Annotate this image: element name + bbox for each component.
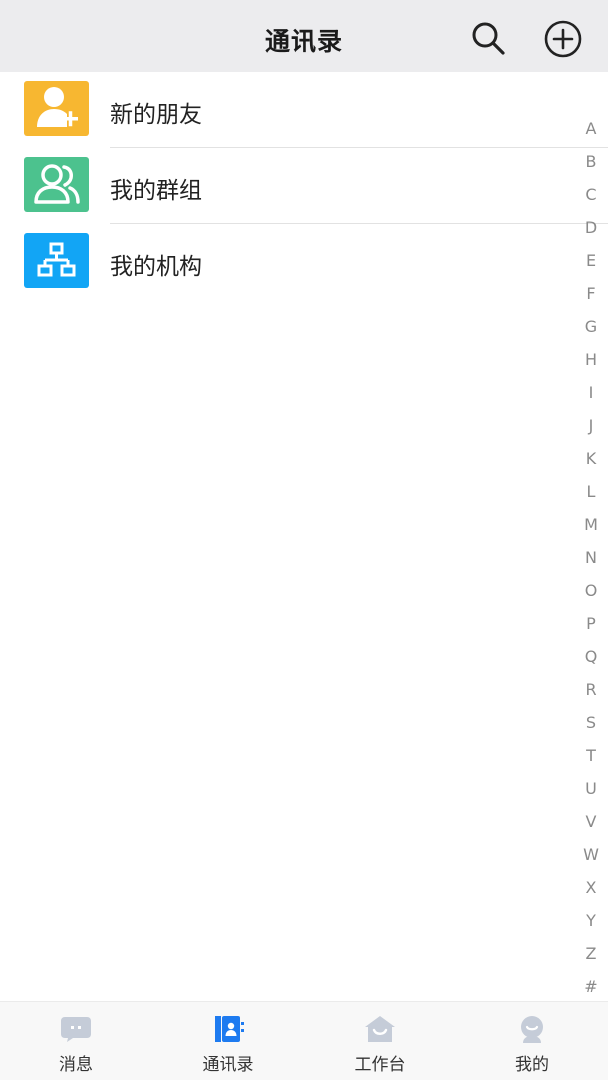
workbench-icon [363, 1014, 397, 1044]
index-letter[interactable]: B [558, 145, 608, 178]
index-letter[interactable]: G [558, 310, 608, 343]
page-title: 通讯录 [264, 27, 343, 56]
tab-label: 我的 [515, 1055, 549, 1075]
index-letter[interactable]: K [558, 442, 608, 475]
message-icon [59, 1014, 93, 1044]
tab-messages[interactable]: 消息 [0, 1002, 152, 1080]
list-item-label: 新的朋友 [110, 102, 202, 128]
search-button[interactable] [468, 18, 508, 58]
index-letter[interactable]: M [558, 508, 608, 541]
index-letter[interactable]: E [558, 244, 608, 277]
index-letter[interactable]: W [558, 838, 608, 871]
index-letter[interactable]: D [558, 211, 608, 244]
new-friends-tile [24, 81, 89, 136]
index-letter[interactable]: C [558, 178, 608, 211]
index-letter[interactable]: U [558, 772, 608, 805]
index-letter[interactable]: A [558, 112, 608, 145]
tab-label: 消息 [59, 1055, 93, 1075]
tab-label: 通讯录 [202, 1055, 254, 1075]
index-letter[interactable]: I [558, 376, 608, 409]
tab-me[interactable]: 我的 [456, 1002, 608, 1080]
index-letter[interactable]: F [558, 277, 608, 310]
alphabet-index-bar[interactable]: A B C D E F G H I J K L M N O P Q R S T U V W X Y Z # [558, 112, 608, 1003]
add-friend-icon [37, 87, 78, 127]
index-letter[interactable]: H [558, 343, 608, 376]
my-groups-tile [24, 157, 89, 212]
index-letter[interactable]: S [558, 706, 608, 739]
contacts-screen: 通讯录 新的朋友 我的群组 我的机构 A B C D E F G H I J K… [0, 0, 608, 1080]
organization-icon [37, 242, 76, 277]
plus-circle-icon [544, 20, 582, 58]
contacts-entry-list: 新的朋友 我的群组 我的机构 [0, 72, 608, 300]
index-letter[interactable]: N [558, 541, 608, 574]
index-letter[interactable]: X [558, 871, 608, 904]
list-item-my-groups[interactable]: 我的群组 [0, 148, 608, 224]
list-item-new-friends[interactable]: 新的朋友 [0, 72, 608, 148]
list-item-my-organization[interactable]: 我的机构 [0, 224, 608, 300]
index-letter[interactable]: L [558, 475, 608, 508]
index-letter[interactable]: O [558, 574, 608, 607]
my-organization-tile [24, 233, 89, 288]
profile-icon [515, 1014, 549, 1044]
group-icon [34, 164, 80, 204]
index-letter[interactable]: J [558, 409, 608, 442]
list-item-label: 我的机构 [110, 254, 202, 280]
index-letter[interactable]: # [558, 970, 608, 1003]
tab-label: 工作台 [354, 1055, 406, 1075]
index-letter[interactable]: Q [558, 640, 608, 673]
search-icon [472, 22, 505, 55]
index-letter[interactable]: Z [558, 937, 608, 970]
list-item-label: 我的群组 [110, 178, 202, 204]
index-letter[interactable]: T [558, 739, 608, 772]
bottom-tab-bar: 消息 通讯录 工作台 我的 [0, 1001, 608, 1080]
add-button[interactable] [542, 18, 582, 58]
contacts-icon [211, 1014, 245, 1044]
top-bar: 通讯录 [0, 0, 608, 72]
tab-contacts[interactable]: 通讯录 [152, 1002, 304, 1080]
index-letter[interactable]: V [558, 805, 608, 838]
index-letter[interactable]: R [558, 673, 608, 706]
tab-workbench[interactable]: 工作台 [304, 1002, 456, 1080]
index-letter[interactable]: P [558, 607, 608, 640]
index-letter[interactable]: Y [558, 904, 608, 937]
